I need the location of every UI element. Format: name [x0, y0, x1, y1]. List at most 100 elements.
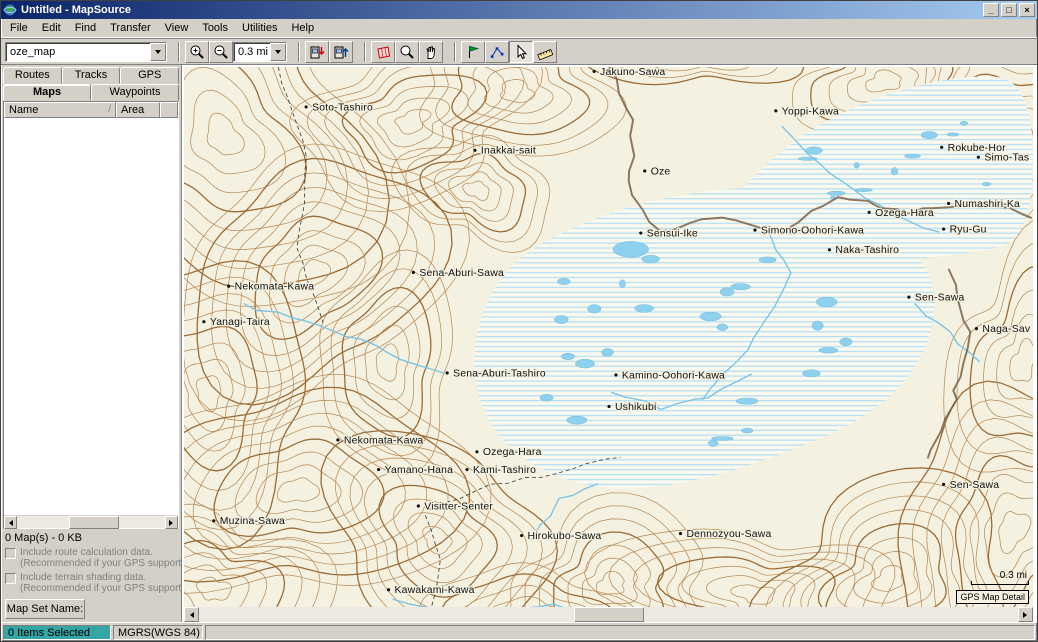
hand-icon	[426, 46, 436, 59]
menu-transfer[interactable]: Transfer	[103, 20, 158, 36]
scroll-left-button[interactable]	[4, 516, 17, 529]
toolbar: oze_map 0.3 mi	[1, 38, 1037, 65]
zoom-out-button[interactable]	[209, 40, 233, 63]
scroll-track[interactable]	[17, 516, 165, 529]
place-dot	[643, 169, 647, 173]
place-dot	[227, 284, 231, 288]
zoom-scale-dropdown-button[interactable]	[270, 42, 286, 61]
route-tool-button[interactable]	[485, 40, 509, 63]
terrain-shading-option: Include terrain shading data. (Recommend…	[3, 571, 192, 596]
menu-find[interactable]: Find	[68, 20, 103, 36]
map-label: Sena-Aburi-Sawa	[419, 268, 504, 279]
waypoint-tool-button[interactable]	[461, 40, 485, 63]
distance-tool-button[interactable]	[533, 40, 557, 63]
map-scroll-right-button[interactable]	[1018, 607, 1033, 622]
map-scroll-thumb[interactable]	[573, 607, 644, 622]
place-dot	[336, 438, 340, 442]
tab-gps[interactable]: GPS	[120, 67, 180, 84]
selection-tool-button[interactable]	[509, 40, 533, 63]
map-label: Kami-Tashiro	[473, 465, 536, 476]
triangle-left-icon	[6, 519, 13, 526]
terrain-shading-checkbox[interactable]	[5, 573, 16, 584]
map-label: Muzina-Sawa	[220, 516, 285, 527]
scale-bar	[971, 581, 1029, 585]
send-to-device-button[interactable]	[305, 40, 329, 63]
map-label: Ryu-Gu	[950, 225, 987, 236]
menu-tools[interactable]: Tools	[195, 20, 235, 36]
map-tool-button[interactable]	[371, 40, 395, 63]
map-area: Jakuno-Sawa Soto-Tashiro Yoppi-Kawa Inakkai…	[182, 65, 1037, 622]
map-label: Sensui-Ike	[647, 229, 698, 240]
ruler-icon	[537, 48, 553, 60]
map-label: Yanagi-Taira	[210, 317, 270, 328]
map-tool-icon	[377, 45, 391, 59]
place-dot	[827, 248, 832, 252]
column-header-area[interactable]: Area	[116, 102, 160, 118]
menu-help[interactable]: Help	[284, 20, 321, 36]
map-hscrollbar[interactable]	[184, 607, 1033, 622]
zoom-out-icon	[214, 45, 228, 59]
triangle-right-icon	[169, 519, 176, 526]
maximize-button[interactable]: □	[1001, 3, 1017, 17]
scroll-thumb[interactable]	[68, 516, 119, 529]
column-header-filler	[160, 102, 178, 118]
status-filler	[205, 624, 1035, 640]
menu-utilities[interactable]: Utilities	[235, 20, 284, 36]
map-label: Simo-Tas	[984, 153, 1029, 164]
place-dot	[940, 145, 944, 149]
column-header-name[interactable]: Name /	[4, 102, 116, 118]
maps-list-body[interactable]	[4, 118, 178, 515]
minimize-button[interactable]: _	[983, 3, 999, 17]
flag-icon	[469, 45, 480, 58]
zoom-scale-combobox[interactable]: 0.3 mi	[233, 41, 287, 62]
tab-row-1: Routes Tracks GPS	[3, 67, 180, 84]
map-label: Ushikubi	[615, 402, 657, 413]
maps-list-hscrollbar[interactable]	[4, 515, 178, 529]
scroll-right-button[interactable]	[165, 516, 178, 529]
place-dot	[377, 467, 381, 472]
map-label: Ozega-Hara	[483, 447, 542, 458]
menu-view[interactable]: View	[158, 20, 196, 36]
map-product-dropdown-button[interactable]	[150, 42, 166, 61]
route-data-option: Include route calculation data. (Recomme…	[3, 546, 195, 571]
place-dot	[465, 467, 469, 472]
route-data-checkbox[interactable]	[5, 548, 16, 559]
place-dot	[678, 532, 683, 536]
map-label: Simono-Oohori-Kawa	[761, 226, 864, 237]
tab-waypoints[interactable]: Waypoints	[91, 84, 179, 101]
zoom-in-button[interactable]	[185, 40, 209, 63]
map-scroll-track[interactable]	[199, 607, 1018, 622]
map-set-name-button[interactable]: Map Set Name:	[5, 599, 85, 619]
zoom-tool-button[interactable]	[395, 40, 419, 63]
tab-routes[interactable]: Routes	[3, 67, 62, 84]
place-dot	[614, 373, 618, 377]
tab-tracks[interactable]: Tracks	[61, 67, 121, 84]
menu-file[interactable]: File	[3, 20, 35, 36]
place-dot	[976, 155, 980, 159]
map-canvas[interactable]: Jakuno-Sawa Soto-Tashiro Yoppi-Kawa Inakkai…	[184, 67, 1033, 607]
map-scroll-left-button[interactable]	[184, 607, 199, 622]
menu-edit[interactable]: Edit	[35, 20, 68, 36]
title-bar[interactable]: Untitled - MapSource _ □ ×	[1, 1, 1037, 19]
place-dot	[520, 533, 524, 538]
place-dot	[607, 404, 611, 409]
terrain-shading-label: Include terrain shading data.	[20, 572, 147, 583]
toolbar-separator	[178, 41, 180, 62]
tab-maps[interactable]: Maps	[3, 84, 91, 101]
send-to-device-icon	[310, 46, 325, 58]
map-label: Oze	[651, 166, 671, 177]
map-scale-indicator: 0.3 mi GPS Map Detail	[956, 570, 1029, 605]
window-title: Untitled - MapSource	[21, 4, 132, 16]
toolbar-separator	[298, 41, 300, 62]
receive-from-device-button[interactable]	[329, 40, 353, 63]
pan-tool-button[interactable]	[419, 40, 443, 63]
map-label: Sena-Aburi-Tashiro	[453, 368, 546, 379]
zoom-scale-value: 0.3 mi	[238, 45, 268, 58]
close-button[interactable]: ×	[1019, 3, 1035, 17]
map-product-combobox[interactable]: oze_map	[5, 41, 167, 62]
route-data-label: Include route calculation data.	[20, 547, 153, 558]
place-dot	[942, 227, 946, 231]
content-area: Routes Tracks GPS Maps Waypoints Name / …	[1, 65, 1037, 622]
map-label: Yoppi-Kawa	[782, 106, 839, 117]
route-data-sublabel: (Recommended if your GPS supports a	[20, 558, 195, 569]
